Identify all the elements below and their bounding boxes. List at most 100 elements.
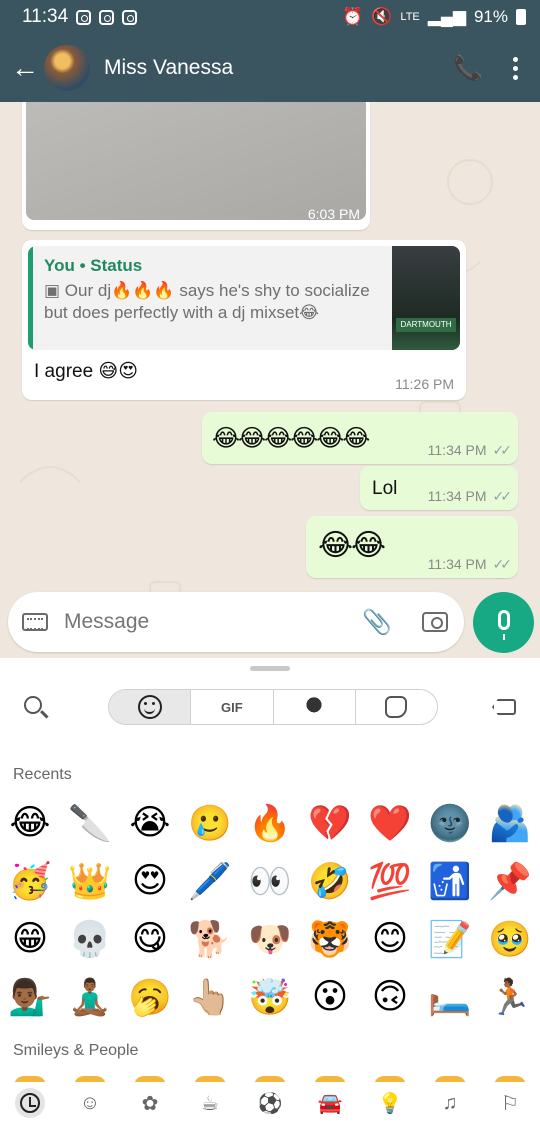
alarm-icon: ⏰: [342, 7, 364, 26]
contact-avatar[interactable]: [44, 45, 90, 91]
recent-icon: [20, 1093, 40, 1113]
emoji-key[interactable]: 🫂: [480, 794, 540, 852]
category-travel[interactable]: 🚘: [300, 1082, 360, 1124]
emoji-key[interactable]: 🌚: [420, 794, 480, 852]
smileys-icon: ☺: [79, 1091, 101, 1114]
food-icon: ☕: [201, 1092, 219, 1115]
category-animals[interactable]: ✿: [120, 1082, 180, 1124]
emoji-key[interactable]: 📌: [480, 852, 540, 910]
emoji-key[interactable]: 🥹: [480, 910, 540, 968]
tab-stickers[interactable]: [356, 690, 437, 724]
emoji-key[interactable]: 👑: [60, 852, 120, 910]
quoted-status[interactable]: You • Status ▣ Our dj🔥🔥🔥 says he's shy t…: [28, 246, 460, 350]
emoji-key[interactable]: 🖊️: [180, 852, 240, 910]
camera-icon[interactable]: [422, 612, 448, 632]
emoji-key[interactable]: 🐶: [240, 910, 300, 968]
back-arrow-icon[interactable]: ←: [0, 52, 44, 84]
signal-icon: ▂▄▆: [427, 7, 466, 26]
message-time: 11:26 PM: [395, 376, 454, 392]
attach-icon[interactable]: 📎: [362, 608, 392, 637]
outgoing-message[interactable]: 😂😂😂😂😂😂 11:34 PM ✓✓: [202, 412, 518, 464]
emoji-key[interactable]: 🤣: [300, 852, 360, 910]
category-flags[interactable]: ⚐: [480, 1082, 540, 1124]
outgoing-message[interactable]: Lol 11:34 PM ✓✓: [360, 466, 518, 510]
emoji-key[interactable]: 👆🏼: [180, 968, 240, 1026]
battery-label: 91%: [473, 7, 508, 26]
category-objects[interactable]: 💡: [360, 1082, 420, 1124]
section-title-smileys: Smileys & People: [13, 1042, 139, 1059]
emoji-key[interactable]: 😁: [0, 910, 60, 968]
emoji-key[interactable]: 📝: [420, 910, 480, 968]
category-activity[interactable]: ⚽: [240, 1082, 300, 1124]
emoji-key[interactable]: 🥱: [120, 968, 180, 1026]
panel-drag-handle[interactable]: [250, 666, 290, 671]
emoji-key[interactable]: 🐕: [180, 910, 240, 968]
message-composer[interactable]: 📎: [8, 592, 464, 652]
keyboard-icon[interactable]: [22, 613, 48, 631]
emoji-key[interactable]: 🏃🏾: [480, 968, 540, 1026]
quote-text: ▣ Our dj🔥🔥🔥 says he's shy to socialize b…: [44, 280, 374, 324]
chat-area[interactable]: 6:03 PM You • Status ▣ Our dj🔥🔥🔥 says he…: [0, 102, 540, 658]
emoji-key[interactable]: 💔: [300, 794, 360, 852]
avatar-icon: [304, 696, 325, 718]
emoji-key[interactable]: 🚮: [420, 852, 480, 910]
sticker-icon: [385, 696, 408, 718]
emoji-key[interactable]: 😋: [120, 910, 180, 968]
emoji-key[interactable]: 🧘🏾‍♂️: [60, 968, 120, 1026]
emoji-key[interactable]: 💀: [60, 910, 120, 968]
more-vertical-icon[interactable]: [513, 56, 518, 80]
tab-emoji[interactable]: [109, 690, 192, 724]
message-text: I agree 😅😍: [34, 361, 139, 382]
emoji-key[interactable]: 😮: [300, 968, 360, 1026]
emoji-key[interactable]: 😂: [0, 794, 60, 852]
network-label: LTE: [400, 11, 420, 23]
emoji-key[interactable]: 😊: [360, 910, 420, 968]
emoji-key[interactable]: 👀: [240, 852, 300, 910]
flags-icon: ⚐: [501, 1092, 519, 1115]
image-small-icon: ▣: [44, 281, 65, 300]
voice-message-button[interactable]: [473, 592, 534, 653]
status-bar: 11:34 ⏰ 🔇 LTE ▂▄▆ 91%: [0, 0, 540, 34]
reply-message[interactable]: You • Status ▣ Our dj🔥🔥🔥 says he's shy t…: [22, 240, 466, 400]
message-text: Lol: [372, 478, 398, 499]
message-input[interactable]: [64, 610, 363, 634]
read-ticks-icon: ✓✓: [492, 556, 513, 572]
emoji-key[interactable]: 🐯: [300, 910, 360, 968]
emoji-key[interactable]: 🔥: [240, 794, 300, 852]
instagram-icon: [122, 9, 138, 25]
emoji-key[interactable]: 🔪: [60, 794, 120, 852]
backspace-icon[interactable]: [492, 699, 516, 715]
emoji-key[interactable]: ❤️: [360, 794, 420, 852]
category-smileys[interactable]: ☺: [60, 1082, 120, 1124]
travel-icon: 🚘: [317, 1092, 343, 1115]
tab-gif[interactable]: GIF: [191, 690, 274, 724]
mic-icon: [497, 609, 510, 640]
read-ticks-icon: ✓✓: [492, 488, 513, 504]
image-attachment[interactable]: [26, 102, 366, 220]
category-symbols[interactable]: ♫: [420, 1082, 480, 1124]
tab-avatar[interactable]: [274, 690, 356, 724]
panel-tabs: GIF: [108, 689, 438, 725]
emoji-key[interactable]: 🥳: [0, 852, 60, 910]
emoji-key[interactable]: 💯: [360, 852, 420, 910]
read-ticks-icon: ✓✓: [492, 442, 513, 458]
emoji-key[interactable]: 🤯: [240, 968, 300, 1026]
emoji-key[interactable]: 😍: [120, 852, 180, 910]
emoji-key[interactable]: 🥲: [180, 794, 240, 852]
outgoing-message[interactable]: 😂😂 11:34 PM ✓✓: [306, 516, 518, 578]
message-time: 11:34 PM ✓✓: [427, 488, 513, 504]
activity-icon: ⚽: [257, 1092, 283, 1115]
category-recent[interactable]: [0, 1082, 60, 1124]
category-food[interactable]: ☕: [180, 1082, 240, 1124]
emoji-key[interactable]: 🛏️: [420, 968, 480, 1026]
emoji-key[interactable]: 🙃: [360, 968, 420, 1026]
status-thumbnail: DARTMOUTH: [392, 246, 460, 350]
image-message[interactable]: 6:03 PM: [22, 102, 370, 230]
message-time: 11:34 PM ✓✓: [427, 442, 513, 458]
smiley-icon: [137, 695, 162, 719]
emoji-key[interactable]: 💁🏾‍♂️: [0, 968, 60, 1026]
contact-name[interactable]: Miss Vanessa: [104, 56, 233, 80]
emoji-key[interactable]: 😭: [120, 794, 180, 852]
add-call-icon[interactable]: 📞: [453, 54, 483, 83]
search-icon[interactable]: [24, 696, 42, 714]
